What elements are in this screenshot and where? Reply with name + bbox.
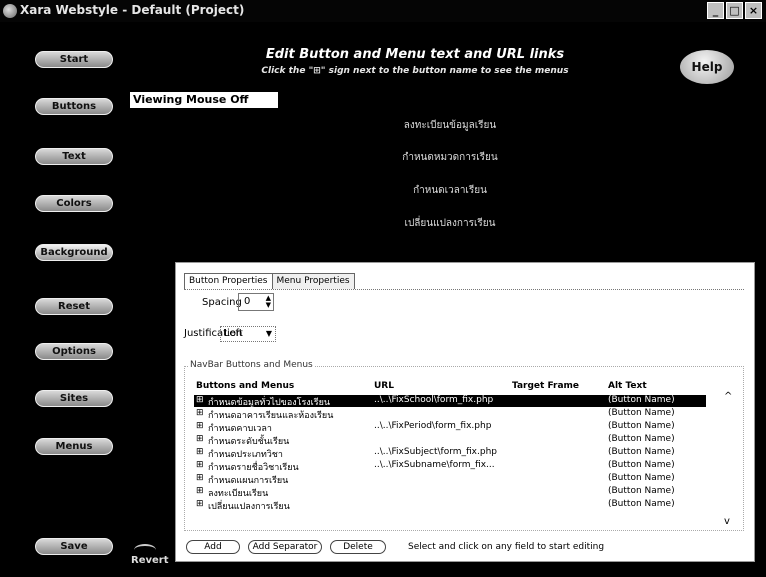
justification-select[interactable]: Left ▼ — [220, 326, 276, 342]
table-row[interactable]: ⊞ กำหนดประเภทวิชา ..\..\FixSubject\form_… — [194, 447, 706, 461]
row-name[interactable]: กำหนดอาคารเรียนและห้องเรียน — [208, 408, 333, 422]
table-row[interactable]: ⊞ กำหนดอาคารเรียนและห้องเรียน (Button Na… — [194, 408, 706, 422]
expand-icon[interactable]: ⊞ — [196, 421, 204, 431]
scroll-down-icon[interactable]: v — [724, 516, 730, 527]
tab-menu-properties[interactable]: Menu Properties — [272, 273, 355, 289]
sidebar-item-buttons[interactable]: Buttons — [35, 98, 113, 115]
state-label: Viewing Mouse Off State — [130, 92, 278, 122]
row-url[interactable]: ..\..\FixPeriod\form_fix.php — [374, 421, 491, 431]
row-url[interactable]: ..\..\FixSubject\form_fix.php — [374, 447, 497, 457]
app-logo-icon — [3, 4, 17, 18]
table-row[interactable]: ⊞ กำหนดคาบเวลา ..\..\FixPeriod\form_fix.… — [194, 421, 706, 435]
expand-icon[interactable]: ⊞ — [196, 434, 204, 444]
sidebar-item-menus[interactable]: Menus — [35, 438, 113, 455]
row-name[interactable]: กำหนดแผนการเรียน — [208, 473, 288, 487]
table-row[interactable]: ⊞ เปลี่ยนแปลงการเรียน (Button Name) — [194, 499, 706, 513]
window-title: Xara Webstyle - Default (Project) — [20, 3, 245, 17]
page-subtitle: Click the "⊞" sign next to the button na… — [261, 66, 569, 76]
properties-panel: Button Properties Menu Properties Spacin… — [175, 262, 755, 562]
table-header: Buttons and Menus URL Target Frame Alt T… — [194, 381, 734, 393]
row-name[interactable]: กำหนดคาบเวลา — [208, 421, 272, 435]
table-row[interactable]: ⊞ กำหนดรายชื่อวิชาเรียน ..\..\FixSubname… — [194, 460, 706, 474]
hint-text: Select and click on any field to start e… — [408, 542, 605, 552]
row-alt[interactable]: (Button Name) — [608, 434, 675, 444]
minimize-button[interactable]: _ — [707, 2, 724, 19]
column-header[interactable]: Alt Text — [608, 381, 647, 391]
spacing-value: 0 — [244, 296, 251, 307]
expand-icon[interactable]: ⊞ — [196, 486, 204, 496]
sidebar-item-colors[interactable]: Colors — [35, 195, 113, 212]
spacing-stepper[interactable]: 0 ▲ ▼ — [238, 293, 274, 311]
row-url[interactable]: ..\..\FixSubname\form_fix... — [374, 460, 495, 470]
revert-button[interactable]: Revert — [131, 555, 169, 566]
column-header[interactable]: Target Frame — [512, 381, 579, 391]
row-name[interactable]: กำหนดระดับชั้นเรียน — [208, 434, 289, 448]
expand-icon[interactable]: ⊞ — [196, 395, 204, 405]
justification-value: Left — [224, 328, 243, 339]
sidebar-item-options[interactable]: Options — [35, 343, 113, 360]
title-bar: Xara Webstyle - Default (Project) _ □ × — [0, 0, 766, 22]
close-button[interactable]: × — [745, 2, 762, 19]
sidebar-item-text[interactable]: Text — [35, 148, 113, 165]
row-url[interactable]: ..\..\FixSchool\form_fix.php — [374, 395, 493, 405]
table-row[interactable]: ⊞ กำหนดแผนการเรียน (Button Name) — [194, 473, 706, 487]
sidebar-item-save[interactable]: Save — [35, 538, 113, 555]
sidebar-item-start[interactable]: Start — [35, 51, 113, 68]
preview-menu-item: กำหนดเวลาเรียน — [413, 185, 487, 196]
column-header[interactable]: URL — [374, 381, 394, 391]
table-row[interactable]: ⊞ กำหนดระดับชั้นเรียน (Button Name) — [194, 434, 706, 448]
row-alt[interactable]: (Button Name) — [608, 486, 675, 496]
expand-icon[interactable]: ⊞ — [196, 460, 204, 470]
tab-divider — [184, 289, 744, 290]
spacing-label: Spacing — [202, 297, 242, 308]
expand-icon[interactable]: ⊞ — [196, 408, 204, 418]
expand-icon[interactable]: ⊞ — [196, 447, 204, 457]
row-alt[interactable]: (Button Name) — [608, 473, 675, 483]
scroll-up-icon[interactable]: ^ — [724, 391, 732, 402]
row-alt[interactable]: (Button Name) — [608, 395, 675, 405]
row-alt[interactable]: (Button Name) — [608, 447, 675, 457]
row-name[interactable]: กำหนดข้อมูลทั่วไปของโรงเรียน — [208, 395, 330, 409]
row-name[interactable]: ลงทะเบียนเรียน — [208, 486, 268, 500]
expand-icon[interactable]: ⊞ — [196, 473, 204, 483]
page-title: Edit Button and Menu text and URL links — [265, 47, 565, 62]
maximize-button[interactable]: □ — [726, 2, 743, 19]
row-name[interactable]: กำหนดประเภทวิชา — [208, 447, 283, 461]
chevron-down-icon: ▼ — [265, 329, 272, 338]
sidebar-item-background[interactable]: Background — [35, 244, 113, 261]
sidebar-item-sites[interactable]: Sites — [35, 390, 113, 407]
row-alt[interactable]: (Button Name) — [608, 460, 675, 470]
row-alt[interactable]: (Button Name) — [608, 408, 675, 418]
preview-menu-item: กำหนดหมวดการเรียน — [402, 152, 498, 163]
help-button[interactable]: Help — [680, 50, 734, 84]
panel-tabs: Button Properties Menu Properties — [184, 273, 355, 289]
table-row[interactable]: ⊞ ลงทะเบียนเรียน (Button Name) — [194, 486, 706, 500]
row-alt[interactable]: (Button Name) — [608, 421, 675, 431]
stepper-arrows-icon[interactable]: ▲ ▼ — [266, 295, 271, 309]
row-name[interactable]: กำหนดรายชื่อวิชาเรียน — [208, 460, 299, 474]
table-row[interactable]: ⊞ กำหนดข้อมูลทั่วไปของโรงเรียน ..\..\Fix… — [194, 395, 706, 409]
column-header[interactable]: Buttons and Menus — [196, 381, 294, 391]
preview-menu-item: ลงทะเบียนข้อมูลเรียน — [403, 120, 497, 131]
row-name[interactable]: เปลี่ยนแปลงการเรียน — [208, 499, 290, 513]
preview-menu-item: เปลี่ยนแปลงการเรียน — [404, 218, 496, 229]
navbar-group-title: NavBar Buttons and Menus — [188, 360, 315, 370]
tab-button-properties[interactable]: Button Properties — [184, 273, 273, 289]
row-alt[interactable]: (Button Name) — [608, 499, 675, 509]
delete-button[interactable]: Delete — [330, 540, 386, 554]
add-button[interactable]: Add — [186, 540, 240, 554]
add-separator-button[interactable]: Add Separator — [248, 540, 322, 554]
sidebar-item-reset[interactable]: Reset — [35, 298, 113, 315]
expand-icon[interactable]: ⊞ — [196, 499, 204, 509]
